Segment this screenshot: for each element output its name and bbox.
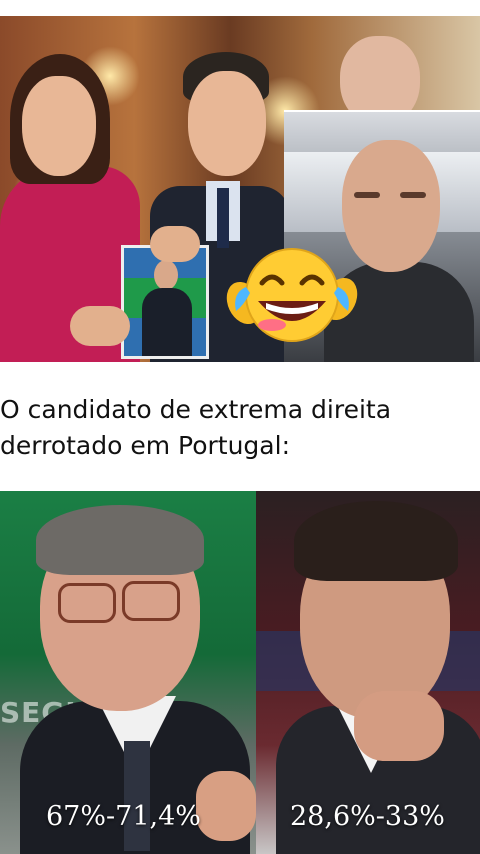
tie xyxy=(217,188,229,248)
hand xyxy=(150,226,200,262)
winning-candidate-photo: SEGUR 67%-71,4% xyxy=(0,491,256,854)
defeated-candidate-photo: 28,6%-33% xyxy=(256,491,480,854)
man-face xyxy=(188,71,266,176)
election-results-photo: SEGUR 67%-71,4% 28,6%-33% xyxy=(0,491,480,854)
laughing-crying-emoji xyxy=(226,248,358,342)
held-portrait xyxy=(121,245,209,359)
caption-line-2: derrotado em Portugal: xyxy=(0,431,290,460)
right-percentage: 28,6%-33% xyxy=(290,801,445,832)
glasses-lens-right xyxy=(122,581,180,621)
hand-on-chin xyxy=(354,691,444,761)
glasses-lens-left xyxy=(58,583,116,623)
caption-line-1: O candidato de extrema direita xyxy=(0,395,392,424)
hand xyxy=(70,306,130,346)
tie xyxy=(124,741,150,851)
dark-hair xyxy=(294,501,458,581)
caption-text: O candidato de extrema direita derrotado… xyxy=(0,392,470,464)
hands xyxy=(196,771,256,841)
gray-hair xyxy=(36,505,204,575)
woman-face xyxy=(22,76,96,176)
left-percentage: 67%-71,4% xyxy=(46,801,201,832)
